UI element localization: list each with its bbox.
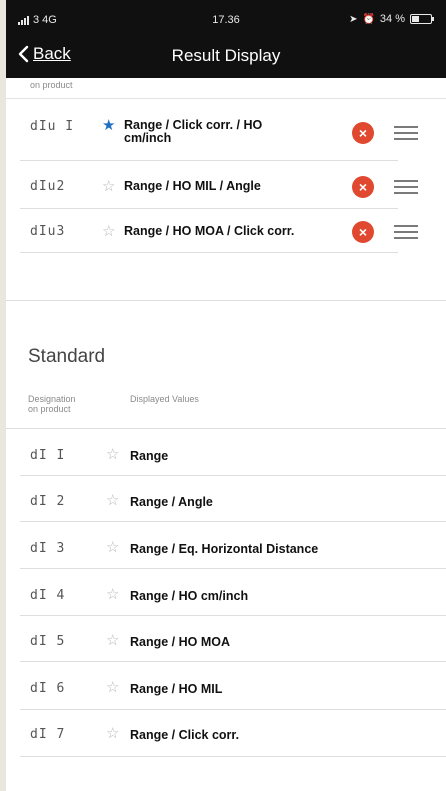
divider — [20, 615, 446, 616]
star-outline-icon[interactable]: ☆ — [106, 538, 119, 556]
star-filled-icon[interactable]: ★ — [102, 116, 115, 134]
displayed-values: Range / Eq. Horizontal Distance — [130, 542, 319, 556]
alarm-icon: ⏰ — [362, 13, 375, 25]
divider — [20, 756, 446, 757]
divider — [20, 709, 446, 710]
chevron-left-icon — [18, 45, 29, 63]
divider — [20, 475, 446, 476]
column-header-designation: Designation on product — [28, 394, 76, 414]
divider — [20, 661, 446, 662]
value-line-2: cm/inch — [124, 131, 172, 145]
status-right: ➤ ⏰ 34 % — [349, 13, 434, 25]
header: 3 4G 17.36 ➤ ⏰ 34 % Back Result Display — [6, 0, 446, 78]
delete-button[interactable]: × — [352, 122, 374, 144]
divider — [6, 98, 446, 99]
designation-code: dI 3 — [30, 541, 66, 556]
reorder-handle-icon[interactable] — [394, 126, 418, 140]
displayed-values: Range / Angle — [130, 495, 213, 509]
displayed-values: Range / Click corr. — [130, 728, 240, 742]
battery-icon — [410, 14, 434, 24]
displayed-values: Range / HO MOA — [130, 635, 231, 649]
reorder-handle-icon[interactable] — [394, 225, 418, 239]
displayed-values: Range / HO MIL / Angle — [124, 179, 261, 193]
designation-code: dI I — [30, 448, 66, 463]
designation-code: dI 6 — [30, 681, 66, 696]
column-header-partial: on product — [30, 80, 73, 90]
designation-code: dI 2 — [30, 494, 66, 509]
status-bar: 3 4G 17.36 ➤ ⏰ 34 % — [6, 0, 446, 36]
designation-code: dI 5 — [30, 634, 66, 649]
displayed-values: Range / HO MIL — [130, 682, 223, 696]
star-outline-icon[interactable]: ☆ — [106, 491, 119, 509]
column-header-line-1: Designation — [28, 394, 76, 404]
divider — [20, 568, 446, 569]
star-outline-icon[interactable]: ☆ — [106, 585, 119, 603]
star-outline-icon[interactable]: ☆ — [106, 445, 119, 463]
designation-code: dIu3 — [30, 224, 66, 239]
value-line-1: Range / Click corr. / HO — [124, 118, 263, 132]
delete-button[interactable]: × — [352, 221, 374, 243]
location-icon: ➤ — [349, 13, 358, 25]
designation-code: dIu2 — [30, 179, 66, 194]
displayed-values: Range / Click corr. / HO cm/inch — [124, 119, 262, 145]
column-header-line-2: on product — [28, 404, 71, 414]
displayed-values: Range — [130, 449, 169, 463]
designation-code: dIu I — [30, 119, 75, 134]
battery-percent: 34 % — [379, 13, 405, 25]
divider — [20, 160, 398, 161]
section-title: Standard — [28, 346, 106, 367]
nav-bar: Back Result Display — [6, 38, 446, 78]
star-outline-icon[interactable]: ☆ — [106, 678, 119, 696]
star-outline-icon[interactable]: ☆ — [106, 631, 119, 649]
divider — [20, 252, 398, 253]
phone-screen: 3 4G 17.36 ➤ ⏰ 34 % Back Result Display … — [6, 0, 446, 791]
column-header-values: Displayed Values — [130, 394, 199, 404]
delete-button[interactable]: × — [352, 176, 374, 198]
divider — [20, 521, 446, 522]
back-button[interactable]: Back — [18, 44, 71, 64]
designation-code: dI 4 — [30, 588, 66, 603]
page-title: Result Display — [171, 46, 281, 65]
star-outline-icon[interactable]: ☆ — [106, 724, 119, 742]
star-outline-icon[interactable]: ☆ — [102, 177, 115, 195]
designation-code: dI 7 — [30, 727, 66, 742]
divider — [6, 428, 446, 429]
displayed-values: Range / HO MOA / Click corr. — [124, 224, 295, 238]
reorder-handle-icon[interactable] — [394, 180, 418, 194]
section-divider — [6, 300, 446, 301]
divider — [20, 208, 398, 209]
displayed-values: Range / HO cm/inch — [130, 589, 249, 603]
star-outline-icon[interactable]: ☆ — [102, 222, 115, 240]
back-label: Back — [33, 44, 71, 63]
